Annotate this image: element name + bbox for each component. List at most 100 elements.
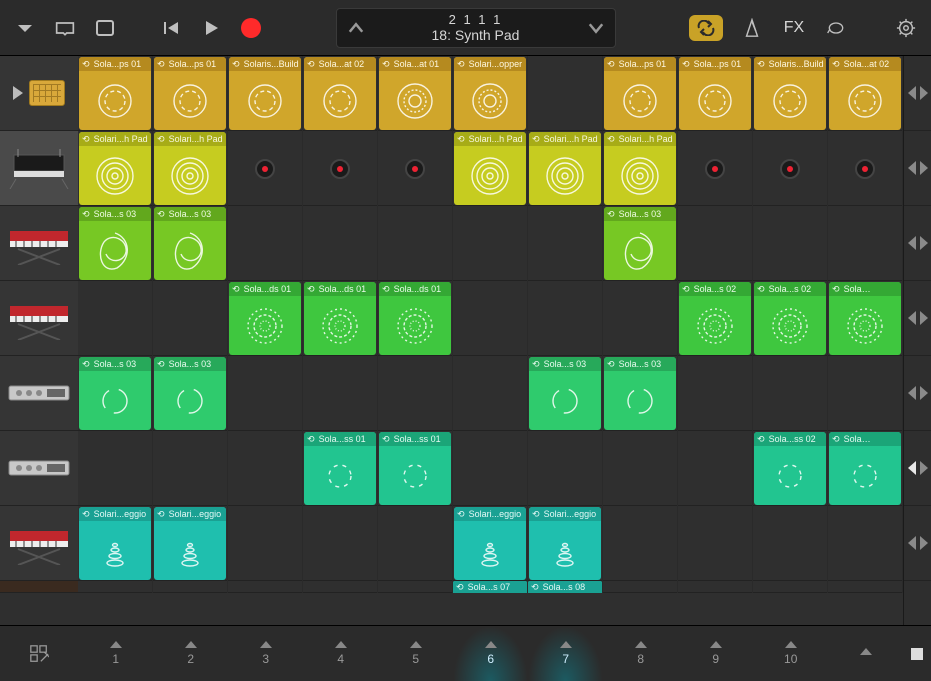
grid-cell[interactable] (378, 206, 453, 281)
grid-cell[interactable] (228, 431, 303, 506)
clip[interactable]: ⟲Solari...eggio (79, 507, 151, 580)
grid-cell[interactable] (378, 356, 453, 431)
row-launch-button[interactable] (904, 131, 931, 206)
grid-cell[interactable] (528, 281, 603, 356)
grid-cell[interactable]: ⟲Sola...ps 01 (78, 56, 153, 131)
empty-record-slot[interactable] (378, 131, 452, 206)
row-launch-button[interactable] (904, 56, 931, 131)
clip[interactable]: ⟲Solari...opper (454, 57, 526, 130)
record-button[interactable] (240, 17, 262, 39)
trigger-all-icon[interactable] (13, 86, 23, 100)
grid-cell[interactable]: ⟲Solari...eggio (528, 506, 603, 581)
clip[interactable]: ⟲Sola...at 02 (829, 57, 901, 130)
grid-cell[interactable]: ⟲Sola… (828, 431, 903, 506)
clip[interactable]: ⟲Sola...ps 01 (154, 57, 226, 130)
grid-cell[interactable]: ⟲Solaris...Build (228, 56, 303, 131)
grid-cell[interactable]: ⟲Sola...ps 01 (603, 56, 678, 131)
grid-cell[interactable] (153, 281, 228, 356)
grid-cell[interactable]: ⟲Sola...at 02 (303, 56, 378, 131)
grid-cell[interactable]: ⟲Solari...h Pad (603, 131, 678, 206)
row-launch-button[interactable] (904, 206, 931, 281)
grid-cell[interactable]: ⟲Sola...s 03 (603, 206, 678, 281)
grid-cell[interactable]: ⟲Solari...eggio (453, 506, 528, 581)
grid-cell[interactable] (303, 206, 378, 281)
view-icon[interactable] (94, 17, 116, 39)
grid-cell[interactable]: ⟲Sola...ps 01 (678, 56, 753, 131)
scene-trigger[interactable]: 9 (678, 626, 753, 681)
clip[interactable]: ⟲Solari...h Pad (79, 132, 151, 205)
grid-cell[interactable] (78, 581, 153, 593)
clip[interactable]: ⟲Sola...ss 02 (754, 432, 826, 505)
row-launch-button[interactable] (904, 281, 931, 356)
grid-cell[interactable] (828, 131, 903, 206)
track-header-6[interactable] (0, 506, 78, 581)
metronome-icon[interactable] (741, 17, 763, 39)
grid-cell[interactable]: ⟲Sola...ss 02 (753, 431, 828, 506)
grid-cell[interactable] (603, 431, 678, 506)
grid-cell[interactable]: ⟲Sola...s 03 (78, 356, 153, 431)
grid-cell[interactable]: ⟲Sola...ps 01 (153, 56, 228, 131)
clip[interactable]: ⟲Solari...h Pad (454, 132, 526, 205)
clip[interactable]: ⟲Sola...s 03 (604, 357, 676, 430)
clip[interactable]: ⟲Sola...at 01 (379, 57, 451, 130)
grid-cell[interactable] (678, 506, 753, 581)
clip[interactable]: ⟲Sola...ds 01 (379, 282, 451, 355)
grid-cell[interactable]: ⟲Sola...s 02 (753, 281, 828, 356)
chevron-down-icon[interactable] (585, 17, 607, 39)
grid-cell[interactable] (828, 356, 903, 431)
clip[interactable]: ⟲Solari...h Pad (154, 132, 226, 205)
empty-record-slot[interactable] (753, 131, 827, 206)
scene-trigger[interactable]: 8 (603, 626, 678, 681)
grid-cell[interactable]: ⟲Solari...h Pad (78, 131, 153, 206)
grid-cell[interactable] (528, 206, 603, 281)
grid-cell[interactable] (528, 431, 603, 506)
clip[interactable]: ⟲Solari...h Pad (529, 132, 601, 205)
scene-trigger[interactable]: 7 (528, 626, 603, 681)
track-header-1[interactable] (0, 131, 78, 206)
grid-cell[interactable] (603, 281, 678, 356)
grid-cell[interactable]: ⟲Sola...ds 01 (303, 281, 378, 356)
row-launch-button[interactable] (904, 431, 931, 506)
clip[interactable]: ⟲Solari...h Pad (604, 132, 676, 205)
track-header-3[interactable] (0, 281, 78, 356)
empty-record-slot[interactable] (678, 131, 752, 206)
clip[interactable]: ⟲Sola...s 03 (529, 357, 601, 430)
grid-cell[interactable] (78, 281, 153, 356)
grid-cell[interactable]: ⟲Solari...eggio (153, 506, 228, 581)
clip[interactable]: ⟲Solari...eggio (154, 507, 226, 580)
grid-cell[interactable] (753, 206, 828, 281)
track-header-5[interactable] (0, 431, 78, 506)
clip[interactable]: ⟲Sola...s 08 (528, 581, 602, 593)
grid-cell[interactable] (753, 506, 828, 581)
grid-cell[interactable]: ⟲Sola… (828, 281, 903, 356)
grid-edit-icon[interactable] (28, 643, 50, 665)
grid-cell[interactable] (528, 56, 603, 131)
grid-cell[interactable] (753, 581, 828, 593)
scene-trigger[interactable]: 4 (303, 626, 378, 681)
grid-cell[interactable]: ⟲Sola...ds 01 (378, 281, 453, 356)
grid-cell[interactable] (378, 506, 453, 581)
go-to-start-icon[interactable] (160, 17, 182, 39)
clip[interactable]: ⟲Sola...ds 01 (304, 282, 376, 355)
inbox-icon[interactable] (54, 17, 76, 39)
grid-cell[interactable] (228, 581, 303, 593)
track-header-0[interactable] (0, 56, 78, 131)
clip[interactable]: ⟲Sola...s 02 (754, 282, 826, 355)
grid-cell[interactable] (228, 506, 303, 581)
track-header-2[interactable] (0, 206, 78, 281)
grid-cell[interactable] (603, 581, 678, 593)
clip[interactable]: ⟲Sola...ps 01 (79, 57, 151, 130)
grid-cell[interactable]: ⟲Solaris...Build (753, 56, 828, 131)
fx-button[interactable]: FX (781, 19, 807, 37)
clip[interactable]: ⟲Sola...ps 01 (604, 57, 676, 130)
grid-cell[interactable]: ⟲Sola...s 03 (603, 356, 678, 431)
scene-trigger[interactable]: 2 (153, 626, 228, 681)
row-launch-button[interactable] (904, 356, 931, 431)
clip[interactable]: ⟲Solari...eggio (529, 507, 601, 580)
clip[interactable]: ⟲Solaris...Build (229, 57, 301, 130)
scene-trigger[interactable]: 6 (453, 626, 528, 681)
grid-cell[interactable]: ⟲Sola...ds 01 (228, 281, 303, 356)
clip[interactable]: ⟲Sola...s 07 (453, 581, 527, 593)
clip[interactable]: ⟲Sola...ss 01 (379, 432, 451, 505)
clip[interactable]: ⟲Sola...ss 01 (304, 432, 376, 505)
